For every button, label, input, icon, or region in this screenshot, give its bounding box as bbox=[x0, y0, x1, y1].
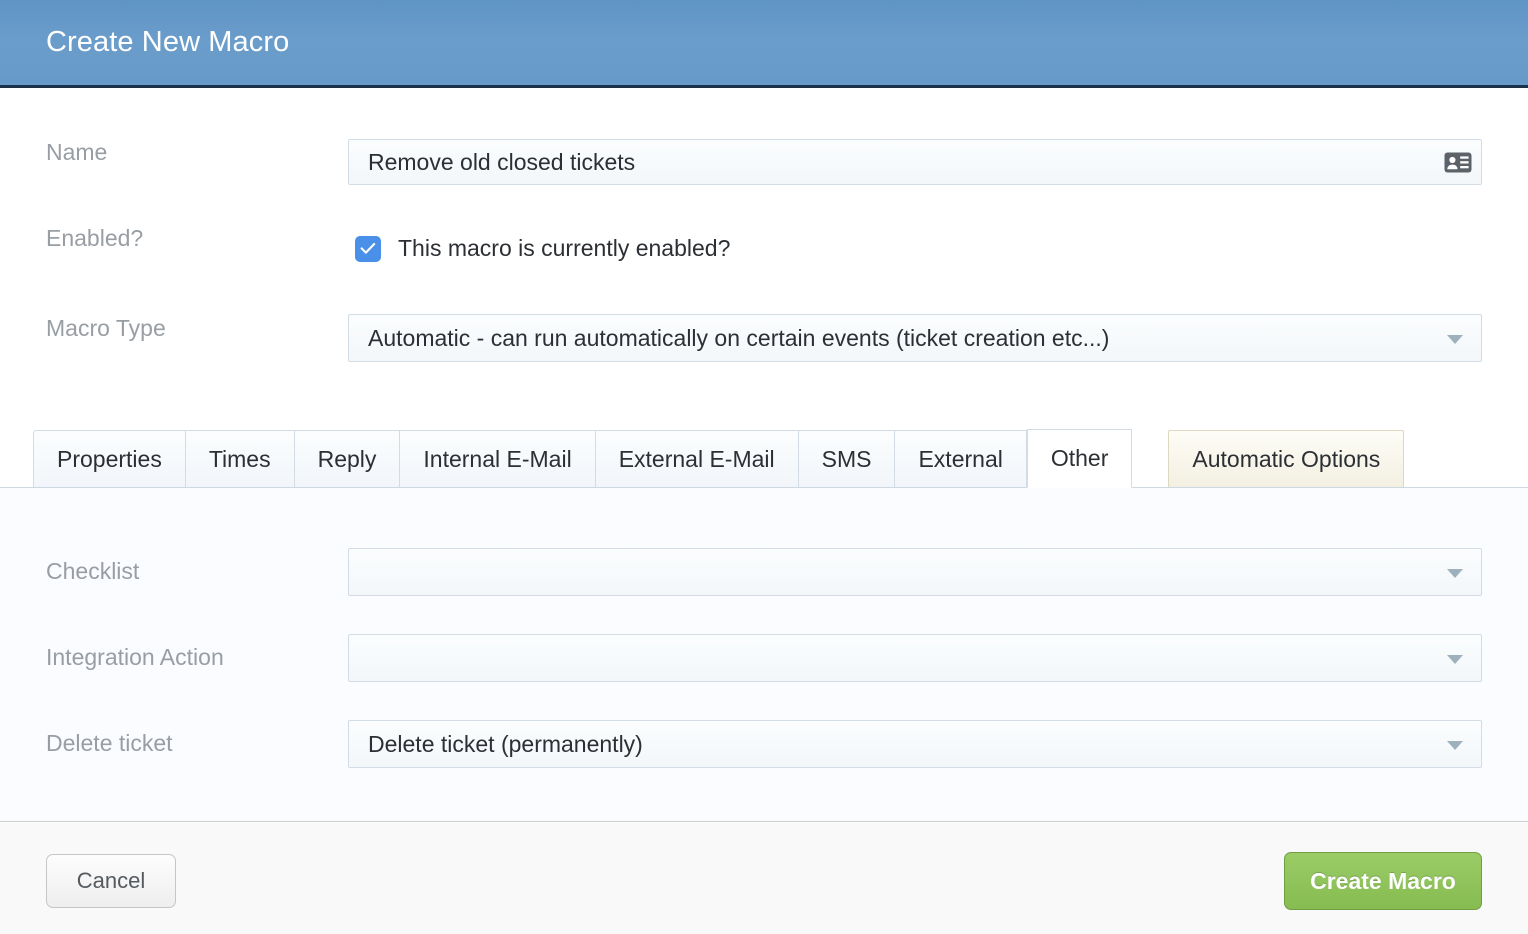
name-label: Name bbox=[46, 139, 108, 165]
chevron-down-icon[interactable] bbox=[1447, 741, 1463, 750]
tab-times[interactable]: Times bbox=[184, 430, 294, 488]
tab-sms[interactable]: SMS bbox=[797, 430, 895, 488]
tab-internal-email[interactable]: Internal E-Mail bbox=[399, 430, 595, 488]
page-title: Create New Macro bbox=[46, 26, 290, 58]
chevron-down-icon[interactable] bbox=[1447, 335, 1463, 344]
chevron-down-icon[interactable] bbox=[1447, 655, 1463, 664]
chevron-down-icon[interactable] bbox=[1447, 569, 1463, 578]
macro-type-select[interactable]: Automatic - can run automatically on cer… bbox=[348, 314, 1482, 362]
tab-bar: Properties Times Reply Internal E-Mail E… bbox=[0, 429, 1528, 488]
enabled-checkbox[interactable] bbox=[355, 235, 381, 262]
tab-automatic-options[interactable]: Automatic Options bbox=[1168, 430, 1405, 488]
delete-ticket-value: Delete ticket (permanently) bbox=[368, 730, 643, 757]
tab-label: Reply bbox=[317, 445, 377, 472]
tab-label: External E-Mail bbox=[618, 445, 775, 472]
integration-action-select[interactable] bbox=[348, 634, 1482, 682]
checklist-label: Checklist bbox=[46, 558, 140, 584]
tabs-inner: Properties Times Reply Internal E-Mail E… bbox=[33, 429, 1405, 488]
tab-label: Properties bbox=[57, 445, 162, 472]
tab-label: External bbox=[918, 445, 1003, 472]
tab-label: Other bbox=[1050, 445, 1109, 471]
tab-external[interactable]: External bbox=[894, 430, 1027, 488]
enabled-label: Enabled? bbox=[46, 225, 144, 251]
delete-ticket-label: Delete ticket bbox=[46, 730, 173, 756]
tab-label: Times bbox=[208, 445, 271, 472]
dialog-footer: Cancel Create Macro bbox=[0, 823, 1528, 934]
checklist-select[interactable] bbox=[348, 548, 1482, 596]
enabled-checkbox-label: This macro is currently enabled? bbox=[398, 235, 731, 261]
macro-type-label: Macro Type bbox=[46, 315, 166, 341]
integration-action-label: Integration Action bbox=[46, 644, 224, 670]
tab-properties[interactable]: Properties bbox=[33, 430, 185, 488]
name-input-value: Remove old closed tickets bbox=[368, 148, 636, 175]
tab-external-email[interactable]: External E-Mail bbox=[594, 430, 798, 488]
create-macro-button[interactable]: Create Macro bbox=[1284, 852, 1482, 910]
name-input[interactable]: Remove old closed tickets bbox=[348, 139, 1482, 185]
tab-reply[interactable]: Reply bbox=[293, 430, 400, 488]
enabled-checkbox-row[interactable]: This macro is currently enabled? bbox=[355, 235, 730, 262]
tab-other[interactable]: Other bbox=[1026, 429, 1133, 488]
tab-panel-other: Checklist Integration Action Delete tick… bbox=[0, 487, 1528, 822]
tab-label: Internal E-Mail bbox=[423, 445, 572, 472]
tab-label: Automatic Options bbox=[1192, 445, 1381, 472]
tab-label: SMS bbox=[821, 445, 872, 472]
cancel-button[interactable]: Cancel bbox=[46, 854, 176, 908]
dialog-header: Create New Macro bbox=[0, 0, 1528, 88]
create-macro-dialog: Create New Macro Name Remove old closed … bbox=[0, 0, 1528, 934]
delete-ticket-select[interactable]: Delete ticket (permanently) bbox=[348, 720, 1482, 768]
vcard-icon[interactable] bbox=[1435, 140, 1481, 184]
macro-type-value: Automatic - can run automatically on cer… bbox=[368, 324, 1110, 351]
